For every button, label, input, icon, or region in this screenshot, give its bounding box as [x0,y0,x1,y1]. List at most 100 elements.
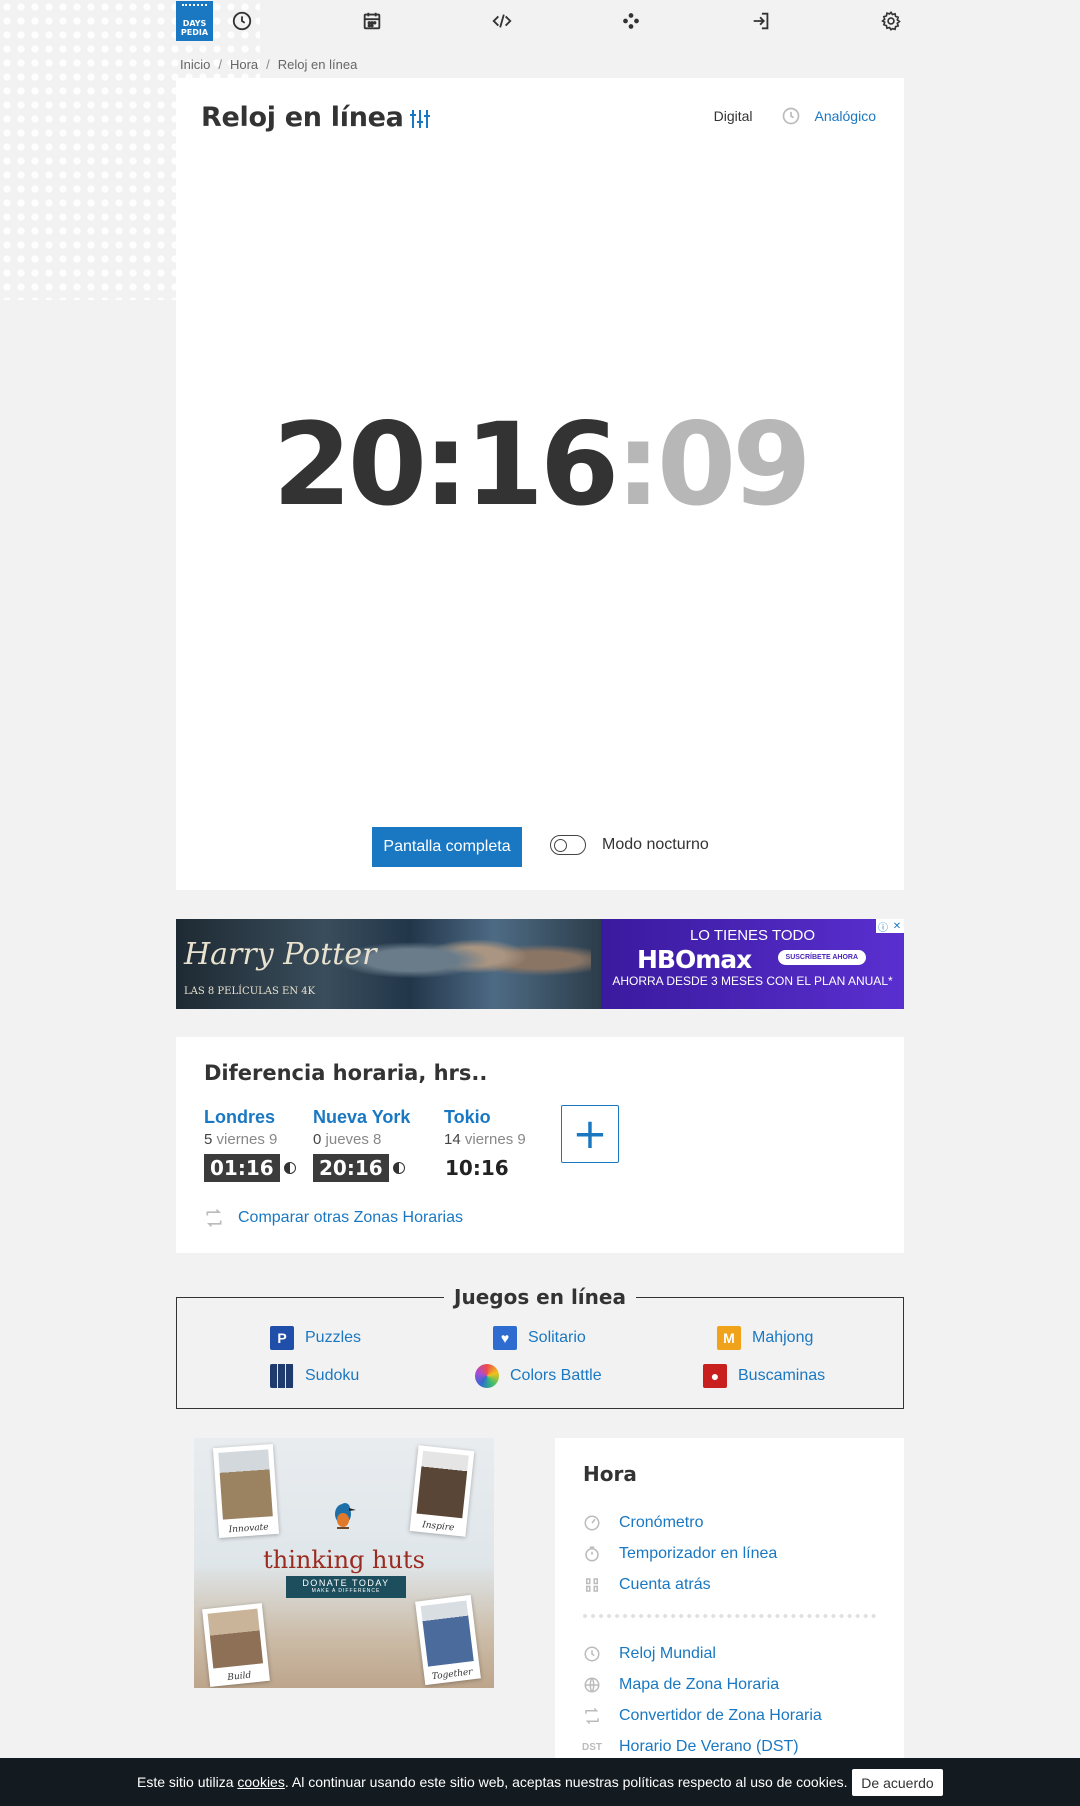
polaroid-caption: Innovate [228,1522,269,1536]
link-cuenta-atras[interactable]: Cuenta atrás [583,1576,711,1594]
link-temporizador[interactable]: Temporizador en línea [583,1545,777,1563]
add-city-button[interactable]: + [561,1105,619,1163]
ad-close-icon[interactable]: ✕ [890,919,904,933]
link-cronometro[interactable]: Cronómetro [583,1514,703,1532]
colors-battle-icon [475,1364,499,1388]
game-label: Buscaminas [738,1367,826,1384]
night-mode-toggle[interactable] [550,835,586,855]
dst-icon: DST [582,1741,602,1753]
breadcrumb-hora[interactable]: Hora [230,57,258,72]
link-convertidor[interactable]: Convertidor de Zona Horaria [583,1707,822,1725]
clock-icon[interactable] [229,8,255,34]
calendar-icon[interactable] [359,8,385,34]
logo-line1: DAYS [182,19,207,28]
game-buscaminas[interactable]: ● Buscaminas [703,1364,825,1388]
city-nueva-york: Nueva York 0 jueves 8 20:16 [313,1107,410,1182]
city-name[interactable]: Londres [204,1107,296,1128]
city-time: 20:16 [313,1154,410,1182]
link-label: Cronómetro [619,1514,704,1531]
swap-icon [206,1209,222,1227]
breadcrumb-separator: / [218,57,222,72]
moon-icon [283,1162,296,1174]
world-clock-icon [583,1645,601,1663]
game-puzzles[interactable]: P Puzzles [270,1326,361,1350]
city-day: jueves 8 [325,1131,382,1148]
kingfisher-icon [335,1503,356,1529]
city-time: 10:16 [444,1154,526,1182]
fullscreen-button[interactable]: Pantalla completa [372,827,522,867]
donate-button[interactable]: DONATE TODAY MAKE A DIFFERENCE [286,1576,406,1598]
code-icon[interactable] [489,8,515,34]
link-dst[interactable]: DST Horario De Verano (DST) [582,1738,799,1756]
mode-analog-label: Analógico [814,108,877,124]
night-mode: Modo nocturno [550,835,709,855]
game-mahjong[interactable]: M Mahjong [717,1326,813,1350]
game-colors-battle[interactable]: Colors Battle [475,1364,602,1388]
link-reloj-mundial[interactable]: Reloj Mundial [583,1645,716,1663]
polaroid-innovate: Innovate [212,1444,280,1538]
minesweeper-icon: ● [703,1364,727,1388]
dayspedia-logo[interactable]: DAYS PEDIA [176,1,213,41]
link-label: Reloj Mundial [619,1645,716,1662]
polaroid-image [416,1450,469,1519]
settings-gear-icon[interactable] [878,8,904,34]
city-name[interactable]: Nueva York [313,1107,410,1128]
ad-banner[interactable]: Harry Potter LAS 8 PELÍCULAS EN 4K LO TI… [176,919,904,1009]
cookies-link[interactable]: cookies [237,1774,284,1790]
mode-digital[interactable]: Digital [714,108,753,124]
polaroid-image [420,1600,474,1667]
city-time: 01:16 [204,1154,296,1182]
timer-icon [583,1545,601,1563]
accept-cookies-button[interactable]: De acuerdo [852,1769,943,1796]
city-info: 0 jueves 8 [313,1131,410,1148]
ad-right-line1: LO TIENES TODO [689,927,816,944]
login-icon[interactable] [748,8,774,34]
breadcrumb-inicio[interactable]: Inicio [180,57,210,72]
compare-timezones-link[interactable]: Comparar otras Zonas Horarias [204,1208,463,1228]
compare-label: Comparar otras Zonas Horarias [238,1209,463,1226]
link-label: Mapa de Zona Horaria [619,1676,780,1693]
donate-label: DONATE TODAY [302,1578,390,1588]
breadcrumb: Inicio / Hora / Reloj en línea [180,57,357,72]
time-difference-title: Diferencia horaria, hrs.. [204,1061,488,1085]
ad-hbomax[interactable]: LO TIENES TODO HBOmax SUSCRÍBETE AHORA A… [601,919,904,1009]
ad-right-brand: HBOmax [637,945,752,974]
divider [583,1614,876,1618]
link-mapa-zona[interactable]: Mapa de Zona Horaria [583,1676,779,1694]
breadcrumb-separator: / [266,57,270,72]
game-sudoku[interactable]: Sudoku [270,1364,359,1388]
game-label: Colors Battle [510,1367,602,1384]
mode-analog[interactable]: Analógico [781,106,877,126]
city-name[interactable]: Tokio [444,1107,526,1128]
city-time-value: 10:16 [445,1156,509,1180]
polaroid-image [207,1608,264,1669]
ad-controls: ⓘ ✕ [876,919,904,934]
online-games: Juegos en línea P Puzzles ♥ Solitario M … [176,1285,904,1409]
polaroid-caption: Build [226,1670,252,1684]
thinking-huts-ad[interactable]: Innovate Inspire thinking huts DONATE TO… [194,1438,494,1688]
games-icon[interactable] [618,8,644,34]
city-londres: Londres 5 viernes 9 01:16 [204,1107,296,1182]
polaroid-together: Together [415,1594,481,1686]
city-offset: 5 [204,1131,213,1148]
link-label: Cuenta atrás [619,1576,711,1593]
ad-harry-potter[interactable]: Harry Potter LAS 8 PELÍCULAS EN 4K [176,919,601,1009]
clock-seconds: :09 [615,398,811,531]
hora-links-card: Hora Cronómetro Temporizador en línea Cu… [555,1438,904,1758]
ad-info-icon[interactable]: ⓘ [876,919,890,934]
page-title: Reloj en línea [201,102,404,133]
nav-icons [213,8,904,34]
cookie-message: Este sitio utiliza cookies. Al continuar… [137,1774,848,1790]
game-solitario[interactable]: ♥ Solitario [493,1326,586,1350]
ad-cta-button[interactable]: SUSCRÍBETE AHORA [777,950,866,965]
globe-icon [583,1676,601,1694]
game-label: Solitario [528,1329,586,1346]
clock-card: Reloj en línea Digital Analógico 20:16:0… [176,78,904,890]
city-info: 14 viernes 9 [444,1131,526,1148]
city-day: viernes 9 [464,1131,526,1148]
clock-mode-switch: Digital Analógico [714,106,876,126]
city-time-value: 01:16 [204,1154,280,1182]
sliders-icon[interactable] [408,108,432,130]
link-label: Convertidor de Zona Horaria [619,1707,822,1724]
countdown-icon [583,1576,601,1594]
